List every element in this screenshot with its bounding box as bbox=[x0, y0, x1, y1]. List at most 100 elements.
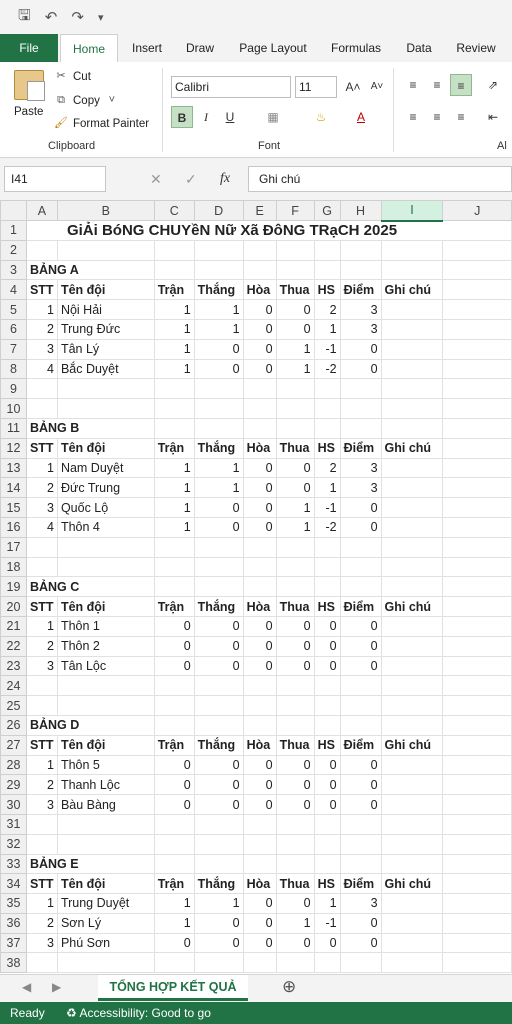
cell[interactable] bbox=[25, 675, 58, 697]
paste-icon[interactable] bbox=[14, 70, 45, 101]
column-heading[interactable]: Điểm bbox=[339, 873, 382, 895]
group-name[interactable]: BẢNG C bbox=[25, 576, 155, 598]
cell[interactable] bbox=[25, 813, 58, 835]
tab-review[interactable]: Review bbox=[450, 34, 502, 62]
column-heading[interactable]: Điểm bbox=[339, 279, 382, 301]
column-heading[interactable]: STT bbox=[25, 734, 58, 756]
worksheet-grid[interactable]: A B C D E F G H I J 1 GiẢi BóNG CHUYềN Nữ… bbox=[0, 200, 512, 974]
cell[interactable] bbox=[275, 556, 315, 578]
column-heading[interactable]: HS bbox=[313, 873, 341, 895]
note-cell[interactable] bbox=[380, 794, 444, 815]
row-header[interactable]: 36 bbox=[0, 912, 27, 934]
cell[interactable] bbox=[339, 398, 382, 419]
customize-qat-icon[interactable]: ▾ bbox=[98, 11, 104, 24]
cell[interactable] bbox=[242, 675, 277, 697]
cell[interactable] bbox=[380, 417, 444, 439]
stat-cell[interactable]: 0 bbox=[339, 358, 382, 380]
row-header[interactable]: 17 bbox=[0, 536, 27, 558]
cell[interactable] bbox=[442, 516, 512, 538]
cell[interactable] bbox=[56, 556, 155, 578]
stat-cell[interactable]: 0 bbox=[242, 477, 277, 499]
stat-cell[interactable]: 3 bbox=[339, 893, 382, 914]
stat-cell[interactable]: 3 bbox=[25, 497, 58, 518]
cell[interactable] bbox=[442, 398, 512, 419]
stat-cell[interactable]: 0 bbox=[193, 615, 244, 637]
stat-cell[interactable]: 0 bbox=[339, 516, 382, 538]
cell[interactable] bbox=[56, 675, 155, 697]
stat-cell[interactable]: 0 bbox=[153, 635, 195, 657]
cell[interactable] bbox=[380, 813, 444, 835]
column-heading[interactable]: Hòa bbox=[242, 279, 277, 301]
cell[interactable] bbox=[442, 556, 512, 578]
stat-cell[interactable]: 2 bbox=[25, 774, 58, 796]
enter-icon[interactable]: ✓ bbox=[185, 166, 197, 192]
cell[interactable] bbox=[442, 952, 512, 974]
stat-cell[interactable]: 1 bbox=[193, 477, 244, 499]
cell[interactable] bbox=[275, 675, 315, 697]
cell[interactable] bbox=[442, 873, 512, 895]
note-cell[interactable] bbox=[380, 774, 444, 796]
accessibility-icon[interactable]: ♻ bbox=[66, 1006, 77, 1020]
next-sheet-icon[interactable]: ▶ bbox=[52, 980, 61, 994]
row-header[interactable]: 11 bbox=[0, 417, 27, 439]
stat-cell[interactable]: 0 bbox=[313, 932, 341, 954]
cell[interactable] bbox=[442, 794, 512, 815]
cell[interactable] bbox=[56, 378, 155, 400]
team-name-cell[interactable]: Thôn 5 bbox=[56, 754, 155, 776]
stat-cell[interactable]: 1 bbox=[153, 338, 195, 360]
cell[interactable] bbox=[442, 417, 512, 439]
stat-cell[interactable]: 2 bbox=[313, 457, 341, 479]
column-heading[interactable]: Tên đội bbox=[56, 596, 155, 617]
cell[interactable] bbox=[442, 912, 512, 934]
decrease-indent-icon[interactable]: ⇤ bbox=[482, 106, 504, 128]
cell[interactable] bbox=[275, 378, 315, 400]
column-heading[interactable]: Thắng bbox=[193, 596, 244, 617]
stat-cell[interactable]: 0 bbox=[242, 497, 277, 518]
column-heading[interactable]: Tên đội bbox=[56, 279, 155, 301]
team-name-cell[interactable]: Sơn Lý bbox=[56, 912, 155, 934]
column-heading[interactable]: STT bbox=[25, 873, 58, 895]
cell[interactable] bbox=[193, 813, 244, 835]
column-heading[interactable]: STT bbox=[25, 279, 58, 301]
stat-cell[interactable]: 0 bbox=[153, 754, 195, 776]
stat-cell[interactable]: 1 bbox=[275, 358, 315, 380]
cell[interactable] bbox=[380, 853, 444, 875]
cell[interactable] bbox=[380, 952, 444, 974]
cell[interactable] bbox=[313, 378, 341, 400]
cell[interactable] bbox=[275, 398, 315, 419]
stat-cell[interactable]: -2 bbox=[313, 358, 341, 380]
row-header[interactable]: 24 bbox=[0, 675, 27, 697]
cell[interactable] bbox=[442, 754, 512, 776]
stat-cell[interactable]: 1 bbox=[153, 497, 195, 518]
cell[interactable] bbox=[339, 536, 382, 558]
cell[interactable] bbox=[153, 556, 195, 578]
column-header-b[interactable]: B bbox=[56, 200, 155, 221]
group-name[interactable]: BẢNG B bbox=[25, 417, 155, 439]
team-name-cell[interactable]: Bắc Duyệt bbox=[56, 358, 155, 380]
cell[interactable] bbox=[313, 576, 341, 598]
name-box[interactable]: I41 bbox=[4, 166, 106, 192]
column-heading[interactable]: Tên đội bbox=[56, 437, 155, 459]
formula-input[interactable]: Ghi chú bbox=[248, 166, 512, 192]
column-heading[interactable]: Ghi chú bbox=[380, 873, 444, 895]
stat-cell[interactable]: -1 bbox=[313, 912, 341, 934]
stat-cell[interactable]: 0 bbox=[193, 497, 244, 518]
column-heading[interactable]: STT bbox=[25, 437, 58, 459]
cell[interactable] bbox=[339, 378, 382, 400]
cell[interactable] bbox=[442, 675, 512, 697]
column-header-a[interactable]: A bbox=[25, 200, 58, 221]
stat-cell[interactable]: 0 bbox=[339, 655, 382, 677]
cell[interactable] bbox=[442, 437, 512, 459]
borders-icon[interactable]: ▦ bbox=[262, 106, 284, 128]
stat-cell[interactable]: 0 bbox=[242, 635, 277, 657]
decrease-font-icon[interactable]: A˅ bbox=[366, 76, 388, 98]
column-heading[interactable]: HS bbox=[313, 279, 341, 301]
note-cell[interactable] bbox=[380, 635, 444, 657]
stat-cell[interactable]: 0 bbox=[242, 655, 277, 677]
cell[interactable] bbox=[442, 932, 512, 954]
cell[interactable] bbox=[313, 417, 341, 439]
cell[interactable] bbox=[242, 536, 277, 558]
row-header[interactable]: 15 bbox=[0, 497, 27, 518]
row-header[interactable]: 20 bbox=[0, 596, 27, 617]
row-header[interactable]: 12 bbox=[0, 437, 27, 459]
